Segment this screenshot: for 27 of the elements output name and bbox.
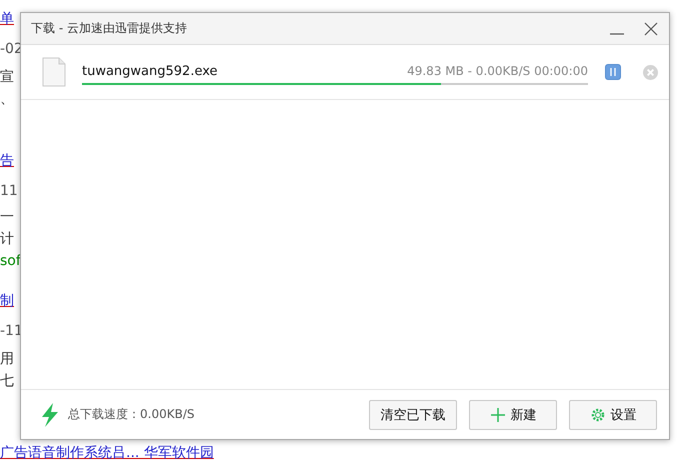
file-icon (42, 57, 66, 87)
page-text: 一 (0, 209, 14, 225)
pause-button[interactable] (605, 64, 621, 80)
total-speed: 总下载速度：0.00KB/S (68, 406, 196, 423)
lightning-icon (40, 402, 60, 426)
page-text: 七 (0, 373, 14, 389)
clear-downloads-button[interactable]: 清空已下载 (369, 400, 457, 430)
pause-icon (609, 68, 617, 76)
close-icon[interactable] (643, 20, 659, 36)
plus-icon (490, 406, 506, 422)
page-text: 、 (0, 91, 14, 107)
download-status: 49.83 MB - 0.00KB/S 00:00:00 (407, 64, 588, 78)
page-link[interactable]: 告 (0, 153, 14, 169)
settings-icon (590, 406, 606, 422)
page-text: sof (0, 253, 21, 269)
settings-button[interactable]: 设置 (569, 400, 657, 430)
new-button[interactable]: 新建 (469, 400, 557, 430)
page-link[interactable]: 单 (0, 11, 14, 27)
page-text: -11 (0, 323, 23, 339)
page-text: 11 (0, 183, 18, 199)
page-link[interactable]: 广告语音制作系统吕... 华军软件园 (0, 445, 214, 461)
page-text: 用 (0, 351, 14, 367)
page-text: 宣 (0, 69, 14, 85)
window-title: 下载 - 云加速由迅雷提供支持 (31, 20, 188, 37)
file-name: tuwangwang592.exe (82, 64, 218, 78)
page-link[interactable]: 制 (0, 293, 14, 309)
page-text: 计 (0, 231, 14, 247)
